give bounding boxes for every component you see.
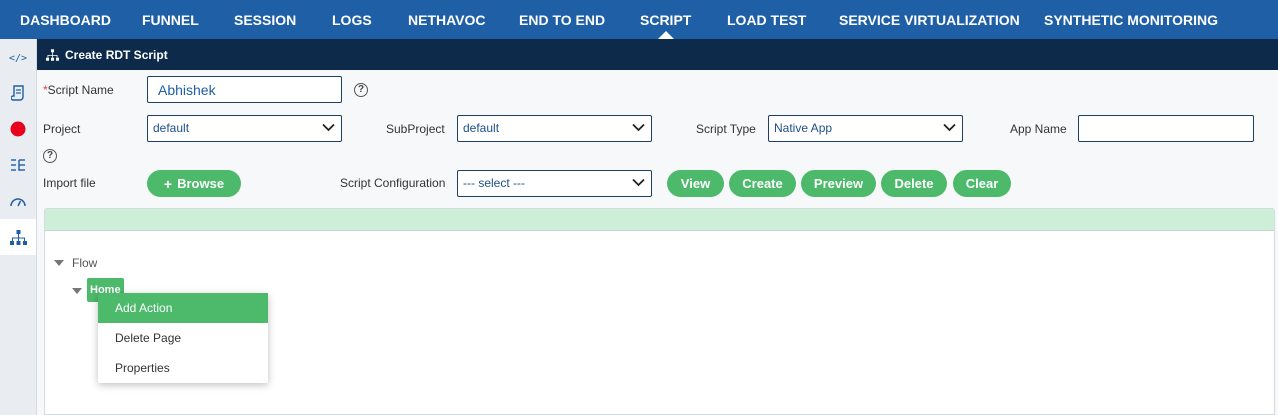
nav-session[interactable]: SESSION (234, 0, 296, 39)
code-icon: </> (9, 53, 27, 64)
top-nav: DASHBOARD FUNNEL SESSION LOGS NETHAVOC E… (0, 0, 1278, 39)
chevron-down-icon (322, 123, 335, 132)
rail-gauge-button[interactable] (0, 183, 36, 219)
browse-button[interactable]: + Browse (147, 170, 241, 197)
caret-down-icon[interactable] (72, 288, 82, 294)
menu-item-add-action[interactable]: Add Action (98, 293, 268, 323)
script-name-label: *Script Name (43, 83, 114, 97)
plus-icon: + (163, 175, 173, 192)
nav-funnel[interactable]: FUNNEL (142, 0, 199, 39)
caret-down-icon[interactable] (54, 260, 64, 266)
help-icon[interactable]: ? (43, 149, 57, 163)
nav-logs[interactable]: LOGS (332, 0, 372, 39)
preview-button[interactable]: Preview (801, 170, 876, 197)
delete-button[interactable]: Delete (881, 170, 947, 197)
nav-end-to-end[interactable]: END TO END (519, 0, 605, 39)
nav-dashboard[interactable]: DASHBOARD (20, 0, 111, 39)
view-button[interactable]: View (667, 170, 724, 197)
app-name-label: App Name (1010, 122, 1067, 136)
chevron-down-icon (632, 123, 645, 132)
nav-service-virtualization[interactable]: SERVICE VIRTUALIZATION (839, 0, 1020, 39)
rail-script-button[interactable] (0, 75, 36, 111)
svg-text:</>: </> (9, 53, 27, 64)
nav-load-test[interactable]: LOAD TEST (727, 0, 806, 39)
menu-item-properties[interactable]: Properties (98, 353, 268, 383)
rail-code-button[interactable]: </> (0, 39, 36, 75)
subproject-label: SubProject (386, 122, 445, 136)
script-icon (11, 85, 24, 101)
rail-record-button[interactable] (0, 111, 36, 147)
sitemap-icon (9, 229, 27, 245)
nav-synthetic-monitoring[interactable]: SYNTHETIC MONITORING (1044, 0, 1218, 39)
menu-item-delete-page[interactable]: Delete Page (98, 323, 268, 353)
rail-list-tree-button[interactable] (0, 147, 36, 183)
gauge-icon (10, 198, 26, 207)
tree-root-flow[interactable]: Flow (72, 256, 97, 270)
script-type-select[interactable]: Native App (768, 115, 963, 142)
side-rail: </> (0, 39, 37, 415)
project-select[interactable]: default (147, 115, 342, 142)
context-menu: Add Action Delete Page Properties (98, 293, 268, 383)
nav-nethavoc[interactable]: NETHAVOC (408, 0, 486, 39)
script-configuration-select[interactable]: --- select --- (457, 170, 652, 197)
script-name-input[interactable] (147, 76, 342, 103)
record-icon (10, 121, 26, 137)
chevron-down-icon (943, 123, 956, 132)
app-name-input[interactable] (1078, 115, 1254, 142)
sitemap-icon (46, 48, 59, 61)
list-tree-icon (11, 159, 25, 171)
clear-button[interactable]: Clear (953, 170, 1011, 197)
project-label: Project (43, 122, 81, 136)
subproject-select[interactable]: default (457, 115, 652, 142)
create-button[interactable]: Create (729, 170, 796, 197)
rail-sitemap-button[interactable] (0, 219, 36, 255)
script-configuration-label: Script Configuration (340, 176, 446, 190)
chevron-down-icon (632, 178, 645, 187)
page-title-bar: Create RDT Script (37, 39, 1278, 70)
page-title: Create RDT Script (65, 47, 168, 62)
script-type-label: Script Type (696, 122, 756, 136)
import-file-label: Import file (43, 176, 96, 190)
nav-script[interactable]: SCRIPT (640, 0, 691, 39)
panel-header (45, 209, 1274, 231)
help-icon[interactable]: ? (354, 83, 368, 97)
